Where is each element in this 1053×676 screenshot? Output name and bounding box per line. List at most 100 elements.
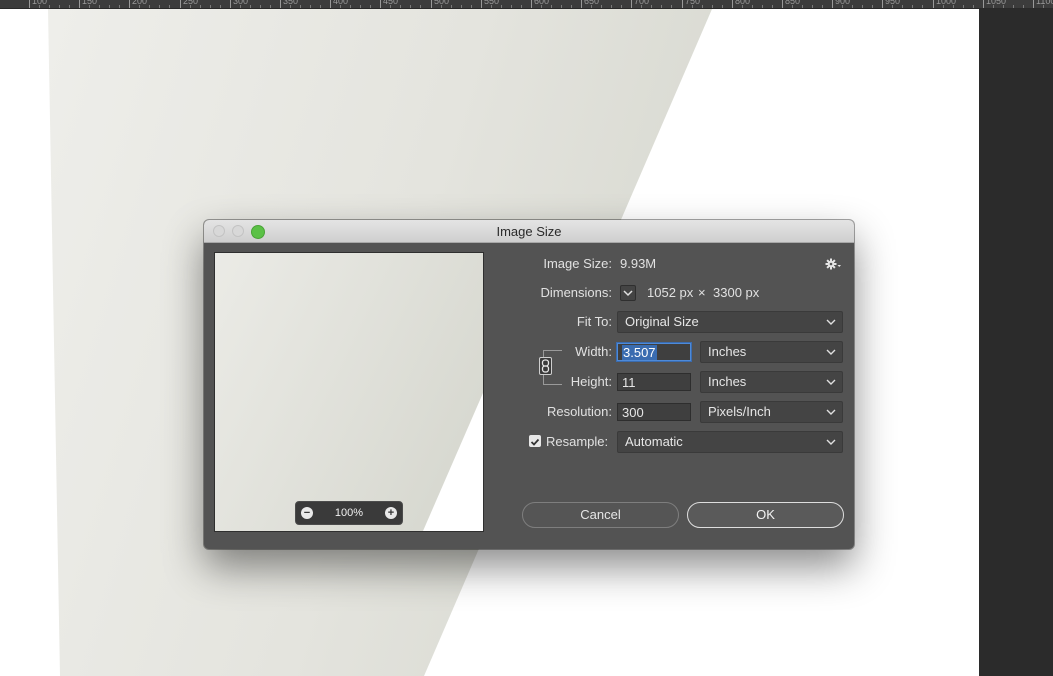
image-size-value: 9.93M [620,256,657,271]
ruler-minor-tick [812,5,813,8]
width-unit-value: Inches [708,344,747,359]
ruler-minor-tick [1023,5,1024,8]
resample-label: Resample: [546,434,609,449]
ruler-minor-tick [69,5,70,8]
ruler-minor-tick [320,5,321,8]
ruler-minor-tick [551,5,552,8]
ruler-minor-tick [651,5,652,8]
ruler-minor-tick [671,5,672,8]
ruler-minor-tick [420,5,421,8]
preview-image [215,253,483,531]
ruler-minor-tick [621,5,622,8]
ruler-label: 450 [383,0,399,6]
ruler-tick [782,0,783,8]
ruler-label: 550 [484,0,500,6]
ruler-minor-tick [310,5,311,8]
ruler-minor-tick [210,5,211,8]
resample-value: Automatic [625,434,683,449]
ruler-label: 150 [82,0,98,6]
ruler-minor-tick [973,5,974,8]
ruler-label: 500 [434,0,450,6]
dialog-titlebar[interactable]: Image Size [204,220,854,243]
fit-to-select[interactable]: Original Size [617,311,843,333]
ruler-label: 1050 [986,0,1007,6]
width-input[interactable]: 3.507 [617,343,691,361]
ruler-minor-tick [451,5,452,8]
ruler-minor-tick [772,5,773,8]
ruler-minor-tick [200,5,201,8]
ruler-tick [832,0,833,8]
ruler-tick [380,0,381,8]
ruler-tick [180,0,181,8]
height-input[interactable]: 11 [617,373,691,391]
ruler-minor-tick [461,5,462,8]
height-unit-value: Inches [708,374,747,389]
ruler-label: 650 [584,0,600,6]
ruler-minor-tick [571,5,572,8]
ruler-minor-tick [661,5,662,8]
ruler-minor-tick [119,5,120,8]
image-preview[interactable]: − 100% + [214,252,484,532]
ruler-minor-tick [521,5,522,8]
chevron-down-icon [826,349,836,355]
ruler-minor-tick [722,5,723,8]
ruler-minor-tick [802,5,803,8]
resample-select[interactable]: Automatic [617,431,843,453]
ruler-label: 750 [685,0,701,6]
resolution-value: 300 [622,405,644,420]
ruler-minor-tick [872,5,873,8]
ruler-tick [330,0,331,8]
ruler-minor-tick [561,5,562,8]
ruler-label: 600 [534,0,550,6]
ok-button[interactable]: OK [687,502,844,528]
chevron-down-icon [826,439,836,445]
ruler-minor-tick [471,5,472,8]
ruler-minor-tick [350,5,351,8]
plus-circle-icon[interactable]: + [385,507,397,519]
resolution-unit-select[interactable]: Pixels/Inch [700,401,843,423]
dimensions-times: × [698,285,706,300]
ruler-minor-tick [99,5,100,8]
gear-icon[interactable] [824,255,844,273]
width-label: Width: [575,344,612,359]
resample-checkbox[interactable] [529,435,541,447]
ruler-minor-tick [169,5,170,8]
ruler-minor-tick [511,5,512,8]
ruler-label: 300 [233,0,249,6]
ruler-label: 250 [183,0,199,6]
fit-to-label: Fit To: [576,314,612,329]
ruler-minor-tick [49,5,50,8]
ruler-label: 900 [835,0,851,6]
ruler-label: 950 [885,0,901,6]
ruler-minor-tick [300,5,301,8]
ruler-label: 800 [735,0,751,6]
dimensions-height: 3300 px [713,285,760,300]
ruler-minor-tick [250,5,251,8]
checkmark-icon [530,438,540,446]
height-unit-select[interactable]: Inches [700,371,843,393]
ruler-label: 100 [32,0,48,6]
ruler-label: 850 [785,0,801,6]
resolution-input[interactable]: 300 [617,403,691,421]
ruler-label: 700 [634,0,650,6]
dialog-title: Image Size [496,224,562,239]
width-value: 3.507 [622,345,657,360]
cancel-button[interactable]: Cancel [522,502,679,528]
ruler-label: 1000 [936,0,957,6]
width-unit-select[interactable]: Inches [700,341,843,363]
ruler-minor-tick [220,5,221,8]
ruler-tick [631,0,632,8]
dimensions-dropdown-toggle[interactable] [620,285,636,301]
ruler-tick [129,0,130,8]
fit-to-value: Original Size [625,314,699,329]
ruler-minor-tick [360,5,361,8]
ruler-tick [230,0,231,8]
ruler-label: 1100 [1036,0,1053,6]
height-value: 11 [622,375,636,390]
ruler-minor-tick [260,5,261,8]
resolution-label: Resolution: [546,404,612,419]
ruler-minor-tick [1013,5,1014,8]
chevron-down-icon [826,319,836,325]
ruler-minor-tick [270,5,271,8]
ruler-minor-tick [400,5,401,8]
